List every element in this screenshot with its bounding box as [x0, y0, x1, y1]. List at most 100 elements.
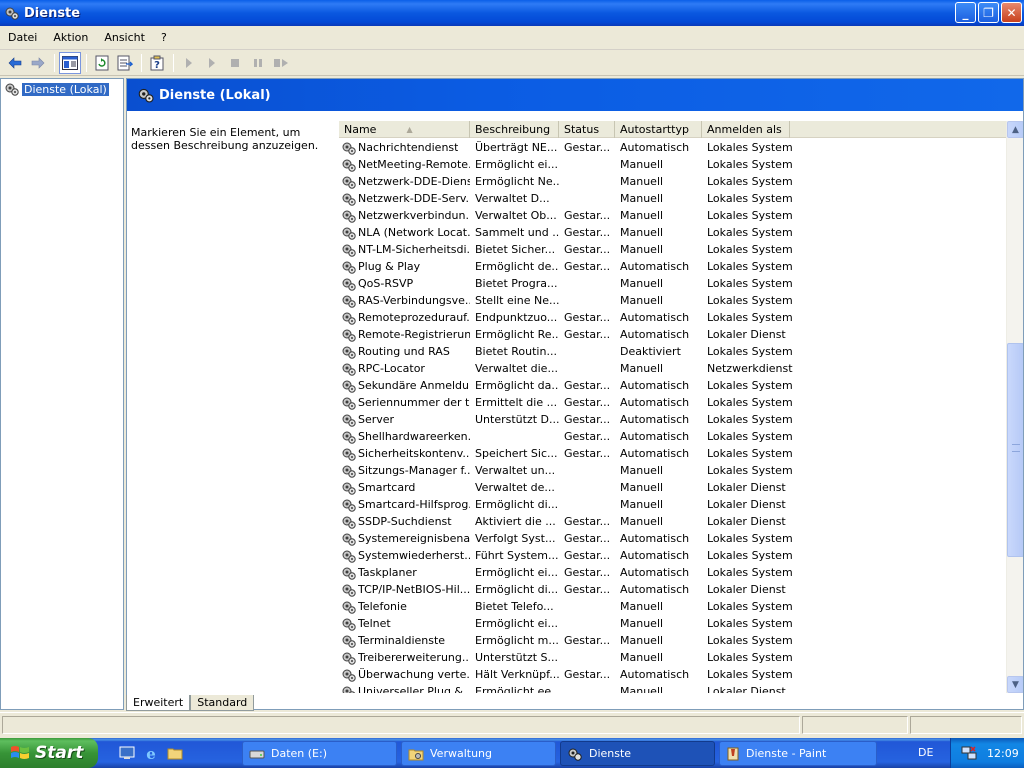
table-row[interactable]: Shellhardwareerken... Gestar... Automatisc…: [339, 428, 1007, 445]
table-row[interactable]: Sekundäre Anmeldung Ermöglicht da... Gesta…: [339, 377, 1007, 394]
table-row[interactable]: Server Unterstützt D... Gestar... Automatis…: [339, 411, 1007, 428]
scroll-down-button[interactable]: ▼: [1007, 676, 1023, 693]
clock[interactable]: 12:09: [987, 747, 1019, 760]
table-row[interactable]: Universeller Plug &... Ermöglicht ee... Ma…: [339, 683, 1007, 693]
table-row[interactable]: Telnet Ermöglicht ei... Manuell Lokales Sys…: [339, 615, 1007, 632]
cell-description: Ermöglicht di...: [475, 583, 559, 596]
table-row[interactable]: NLA (Network Locat... Sammelt und ... Gest…: [339, 224, 1007, 241]
table-row[interactable]: Nachrichtendienst Überträgt NE... Gestar..…: [339, 139, 1007, 156]
quicklaunch-internet-explorer[interactable]: e: [142, 744, 160, 762]
taskbar-item-dienste[interactable]: Dienste: [560, 741, 715, 766]
scroll-up-button[interactable]: ▲: [1007, 121, 1023, 138]
pane-title: Dienste (Lokal): [159, 87, 271, 103]
network-tray-icon[interactable]: [961, 745, 977, 761]
column-header-anmelden-als[interactable]: Anmelden als: [702, 121, 790, 138]
cell-description: Ermöglicht Ne...: [475, 175, 559, 188]
table-row[interactable]: TCP/IP-NetBIOS-Hil... Ermöglicht di... Ges…: [339, 581, 1007, 598]
table-row[interactable]: RAS-Verbindungsve... Stellt eine Ne... Man…: [339, 292, 1007, 309]
help-properties-button[interactable]: ?: [146, 52, 168, 74]
title-bar[interactable]: Dienste _ ❐ ✕: [0, 0, 1024, 26]
quicklaunch-explorer[interactable]: [166, 744, 184, 762]
cell-name: Remote-Registrierung: [339, 327, 470, 343]
table-row[interactable]: Netzwerk-DDE-Dienst Ermöglicht Ne... Manue…: [339, 173, 1007, 190]
menu-aktion[interactable]: Aktion: [45, 31, 96, 44]
table-row[interactable]: QoS-RSVP Bietet Progra... Manuell Lokales S…: [339, 275, 1007, 292]
start-menu-button[interactable]: Start: [0, 738, 98, 768]
table-row[interactable]: SSDP-Suchdienst Aktiviert die ... Gestar..…: [339, 513, 1007, 530]
table-row[interactable]: Smartcard-Hilfsprog... Ermöglicht di... Ma…: [339, 496, 1007, 513]
taskbar-item-paint[interactable]: Dienste - Paint: [719, 741, 877, 766]
services-list[interactable]: Name ▲ Beschreibung Status Autostarttyp …: [339, 121, 1023, 693]
service-gear-icon: [341, 548, 357, 564]
table-row[interactable]: NetMeeting-Remote... Ermöglicht ei... Manu…: [339, 156, 1007, 173]
table-row[interactable]: Sitzungs-Manager f... Verwaltet un... Manu…: [339, 462, 1007, 479]
refresh-button[interactable]: [91, 52, 113, 74]
cell-status: Gestar...: [564, 413, 611, 426]
cell-status: Gestar...: [564, 141, 611, 154]
cell-name: Terminaldienste: [339, 633, 470, 649]
scroll-thumb[interactable]: [1007, 343, 1023, 557]
close-button[interactable]: ✕: [1001, 2, 1022, 23]
taskbar-item-daten[interactable]: Daten (E:): [242, 741, 397, 766]
start-service-button[interactable]: [178, 52, 200, 74]
column-header-beschreibung[interactable]: Beschreibung: [470, 121, 559, 138]
table-row[interactable]: Treibererweiterung... Unterstützt S... Man…: [339, 649, 1007, 666]
show-hide-tree-button[interactable]: [59, 51, 81, 74]
service-gear-icon: [341, 412, 357, 428]
tab-standard[interactable]: Standard: [190, 695, 255, 711]
column-header-autostarttyp[interactable]: Autostarttyp: [615, 121, 702, 138]
table-row[interactable]: Taskplaner Ermöglicht ei... Gestar... Autom…: [339, 564, 1007, 581]
table-row[interactable]: NT-LM-Sicherheitsdi... Bietet Sicher... Ge…: [339, 241, 1007, 258]
cell-startup-type: Automatisch: [620, 396, 690, 409]
start-button-toolbar[interactable]: [201, 52, 223, 74]
quicklaunch-show-desktop[interactable]: [118, 744, 136, 762]
cell-startup-type: Automatisch: [620, 141, 690, 154]
table-row[interactable]: Sicherheitskontenv... Speichert Sic... Ges…: [339, 445, 1007, 462]
menu-datei[interactable]: Datei: [0, 31, 45, 44]
cell-name: NetMeeting-Remote...: [339, 157, 470, 173]
table-row[interactable]: Überwachung verte... Hält Verknüpf... Gest…: [339, 666, 1007, 683]
cell-logon-as: Lokales System: [707, 311, 793, 324]
table-row[interactable]: Netzwerk-DDE-Serv... Verwaltet D... Manuel…: [339, 190, 1007, 207]
column-header-status[interactable]: Status: [559, 121, 615, 138]
restart-service-button[interactable]: [270, 52, 292, 74]
tree-item-dienste-lokal[interactable]: Dienste (Lokal): [4, 81, 123, 97]
table-row[interactable]: Remoteprozedurauf... Endpunktzuo... Gestar…: [339, 309, 1007, 326]
menu-ansicht[interactable]: Ansicht: [96, 31, 153, 44]
column-header-name[interactable]: Name ▲: [339, 121, 470, 138]
table-row[interactable]: Terminaldienste Ermöglicht m... Gestar... M…: [339, 632, 1007, 649]
cell-description: Ermöglicht di...: [475, 498, 559, 511]
cell-description: Ermöglicht ei...: [475, 566, 558, 579]
table-row[interactable]: Systemereignisbena... Verfolgt Syst... Ges…: [339, 530, 1007, 547]
service-name: Telnet: [358, 617, 391, 630]
service-name: Universeller Plug &...: [358, 685, 470, 693]
table-row[interactable]: Systemwiederherst... Führt System... Gesta…: [339, 547, 1007, 564]
tab-erweitert[interactable]: Erweitert: [126, 695, 191, 711]
forward-button[interactable]: [27, 52, 49, 74]
service-name: Sitzungs-Manager f...: [358, 464, 470, 477]
service-name: SSDP-Suchdienst: [358, 515, 452, 528]
cell-status: Gestar...: [564, 243, 611, 256]
stop-service-button[interactable]: [224, 52, 246, 74]
restore-button[interactable]: ❐: [978, 2, 999, 23]
table-row[interactable]: Smartcard Verwaltet de... Manuell Lokaler D…: [339, 479, 1007, 496]
menu-help[interactable]: ?: [153, 31, 175, 44]
pause-service-button[interactable]: [247, 52, 269, 74]
table-row[interactable]: Plug & Play Ermöglicht de... Gestar... Auto…: [339, 258, 1007, 275]
table-row[interactable]: Seriennummer der t... Ermittelt die ... Ge…: [339, 394, 1007, 411]
stop-icon: [231, 58, 239, 67]
show-hide-tree-icon: [62, 55, 78, 70]
cell-description: Speichert Sic...: [475, 447, 558, 460]
export-list-button[interactable]: [114, 52, 136, 74]
language-indicator[interactable]: DE: [918, 746, 933, 759]
cell-description: Endpunktzuo...: [475, 311, 558, 324]
table-row[interactable]: Netzwerkverbindun... Verwaltet Ob... Gesta…: [339, 207, 1007, 224]
table-row[interactable]: Remote-Registrierung Ermöglicht Re... Gest…: [339, 326, 1007, 343]
vertical-scrollbar[interactable]: ▲ ▼: [1006, 121, 1023, 693]
taskbar-item-verwaltung[interactable]: Verwaltung: [401, 741, 556, 766]
minimize-button[interactable]: _: [955, 2, 976, 23]
table-row[interactable]: RPC-Locator Verwaltet die... Manuell Netzwe…: [339, 360, 1007, 377]
back-button[interactable]: [4, 52, 26, 74]
table-row[interactable]: Telefonie Bietet Telefo... Manuell Lokales …: [339, 598, 1007, 615]
table-row[interactable]: Routing und RAS Bietet Routin... Deaktivie…: [339, 343, 1007, 360]
